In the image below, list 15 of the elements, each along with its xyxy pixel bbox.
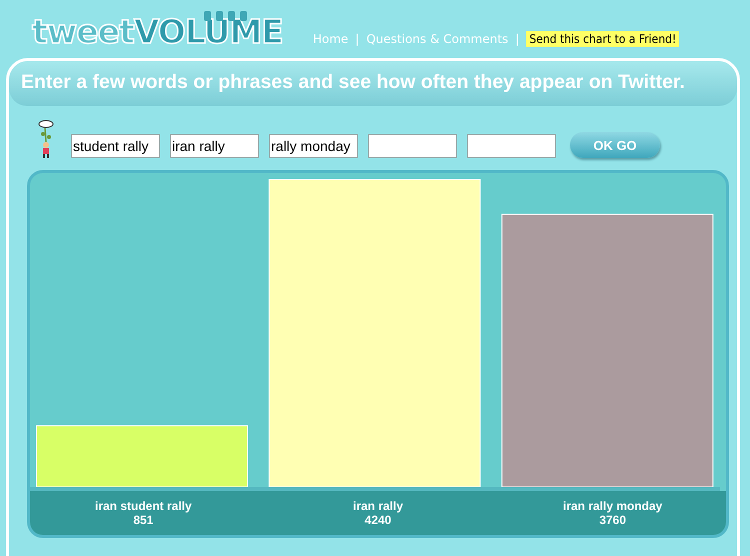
bar-label: iran student rally (94, 499, 192, 513)
nav-separator: | (515, 32, 520, 46)
bar-label: iran rally monday (562, 499, 662, 513)
phrase-input[interactable] (368, 134, 457, 158)
phrase-input[interactable]: student rally (71, 134, 160, 158)
person-balloon-icon (37, 120, 55, 160)
heading: Enter a few words or phrases and see how often they appear on Twitter. (9, 61, 737, 106)
phrase-input[interactable] (467, 134, 556, 158)
nav-separator: | (355, 32, 360, 46)
bar-value: 3760 (599, 513, 626, 527)
bar-value: 4240 (364, 513, 392, 527)
phrase-input[interactable]: iran rally (170, 134, 259, 158)
bar-value: 851 (133, 513, 154, 527)
phrase-input[interactable]: rally monday (269, 134, 358, 158)
bar-label: iran rally (352, 499, 404, 513)
